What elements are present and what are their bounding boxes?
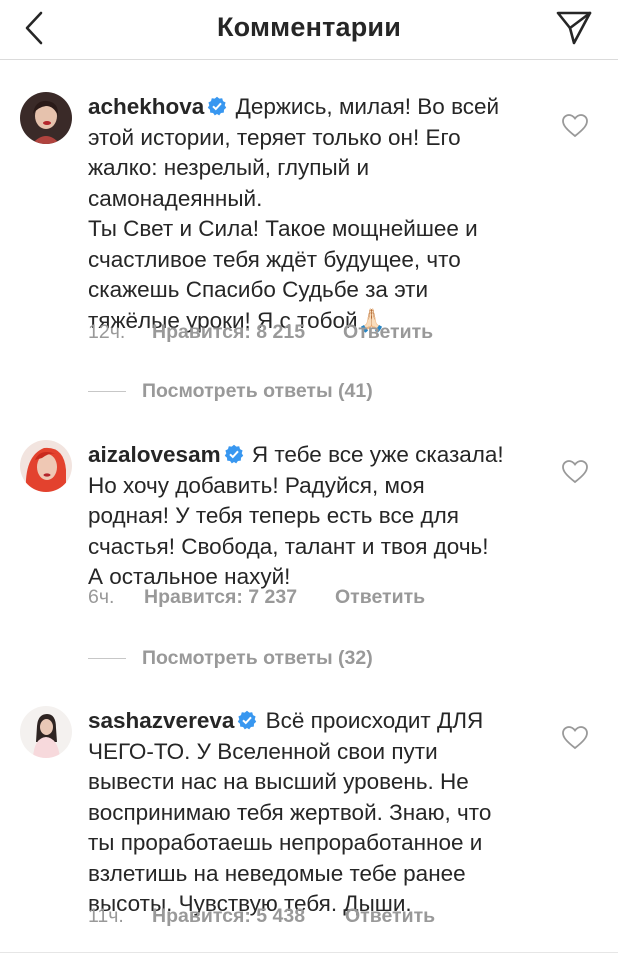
username[interactable]: aizalovesam xyxy=(88,442,221,467)
view-replies-label: Посмотреть ответы (32) xyxy=(142,646,373,669)
verified-badge-icon xyxy=(224,444,243,464)
comment-text-line: Всё происходит ДЛЯ xyxy=(265,708,484,733)
page-title: Комментарии xyxy=(216,12,401,42)
comment-text-line: этой истории, теряет только он! Его xyxy=(88,124,461,150)
view-replies-label: Посмотреть ответы (41) xyxy=(142,379,373,402)
comment-text-line: Держись, милая! Во всей xyxy=(235,94,500,119)
header: Комментарии xyxy=(0,0,618,60)
comment-text-line: ты проработаешь непроработанное и xyxy=(88,830,483,855)
timestamp: 6ч. xyxy=(88,586,115,608)
heart-icon[interactable] xyxy=(562,114,588,138)
timestamp: 12ч. xyxy=(88,321,126,343)
username[interactable]: achekhova xyxy=(88,94,204,119)
comment-text-line: Ты Свет и Сила! Такое мощнейшее и xyxy=(88,216,478,241)
heart-icon[interactable] xyxy=(562,460,588,484)
comment-text-line: родная! У тебя теперь есть все для xyxy=(88,503,459,528)
likes-count[interactable]: Нравится: 8 215 xyxy=(152,321,343,344)
comment-text-line: самонадеянный. xyxy=(88,185,263,211)
comment-body: sashazvereva Всё происходит ДЛЯ ЧЕГО-ТО.… xyxy=(88,706,538,920)
comment-text-line: ЧЕГО-ТО. У Вселенной свои пути xyxy=(88,738,438,764)
view-replies-button[interactable]: Посмотреть ответы (32) xyxy=(88,644,373,672)
share-button[interactable] xyxy=(552,6,596,50)
comment-text-line: жалко: незрелый, глупый и xyxy=(88,155,370,180)
comment-meta: 6ч. Нравится: 7 237 Ответить xyxy=(88,586,425,609)
likes-count[interactable]: Нравится: 5 438 xyxy=(152,905,345,928)
avatar[interactable] xyxy=(20,92,72,144)
avatar[interactable] xyxy=(20,440,72,492)
likes-count[interactable]: Нравится: 7 237 xyxy=(144,586,335,609)
heart-icon[interactable] xyxy=(562,726,588,750)
view-replies-button[interactable]: Посмотреть ответы (41) xyxy=(88,377,373,405)
comment-text-line: взлетишь на неведомые тебе ранее xyxy=(88,860,466,886)
timestamp: 11ч. xyxy=(88,905,124,927)
divider xyxy=(88,657,126,659)
username[interactable]: sashazvereva xyxy=(88,708,234,733)
comment-text-line: Но хочу добавить! Радуйся, моя xyxy=(88,472,425,498)
reply-button[interactable]: Ответить xyxy=(335,586,425,609)
comment-meta: 11ч. Нравится: 5 438 Ответить xyxy=(88,905,435,928)
comment-meta: 12ч. Нравится: 8 215 Ответить xyxy=(88,321,433,344)
divider xyxy=(0,952,618,953)
divider xyxy=(88,390,126,392)
comment-text-line: Я тебе все уже сказала! xyxy=(251,442,504,467)
verified-badge-icon xyxy=(238,710,257,730)
reply-button[interactable]: Ответить xyxy=(343,321,433,344)
comment-text-line: вывести нас на высший уровень. Не xyxy=(88,769,469,794)
reply-button[interactable]: Ответить xyxy=(345,905,435,928)
comment-text-line: скажешь Спасибо Судьбе за эти xyxy=(88,277,429,302)
comment-text-line: воспринимаю тебя жертвой. Знаю, что xyxy=(88,799,492,825)
comment-text-line: счастья! Свобода, талант и твоя дочь! xyxy=(88,533,489,559)
avatar[interactable] xyxy=(20,706,72,758)
comment-body: achekhova Держись, милая! Во всей этой и… xyxy=(88,92,538,336)
comment-body: aizalovesam Я тебе все уже сказала! Но х… xyxy=(88,440,538,593)
comment-text-line: счастливое тебя ждёт будущее, что xyxy=(88,246,461,272)
verified-badge-icon xyxy=(208,96,227,116)
paper-plane-icon xyxy=(556,11,592,45)
